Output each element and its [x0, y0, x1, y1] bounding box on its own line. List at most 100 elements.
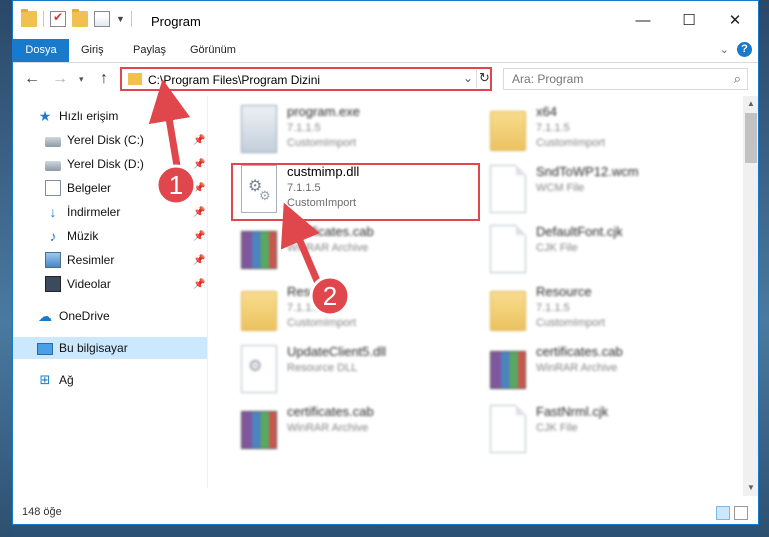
sidebar-item-label: Bu bilgisayar: [59, 341, 128, 355]
folder-icon: [241, 291, 277, 331]
file-tile[interactable]: SndToWP12.wcm WCM File: [482, 161, 720, 217]
pin-icon[interactable]: 📌: [193, 231, 205, 242]
documents-icon: [45, 180, 61, 196]
sidebar-item-this-pc[interactable]: Bu bilgisayar: [13, 337, 207, 359]
file-description: CustomImport: [287, 317, 357, 329]
file-name: Resource: [536, 284, 592, 299]
pane-divider[interactable]: [207, 96, 208, 488]
folder-tile[interactable]: Resource 7.1.1.5 CustomImport: [233, 281, 471, 337]
sidebar-item-disk-d[interactable]: Yerel Disk (D:) 📌: [45, 153, 207, 175]
expand-ribbon-icon[interactable]: ⌄: [720, 43, 729, 56]
folder-icon[interactable]: [21, 9, 37, 27]
maximize-button[interactable]: ☐: [666, 1, 712, 39]
help-icon[interactable]: ?: [737, 42, 752, 57]
sidebar-item-label: İndirmeler: [67, 205, 121, 219]
tab-home[interactable]: Giriş: [69, 39, 116, 62]
address-bar[interactable]: C:\Program Files\Program Dizini ⌄ ↻: [120, 67, 492, 91]
sidebar-item-network[interactable]: ⊞ Ağ: [37, 369, 207, 391]
details-view-icon[interactable]: [716, 506, 730, 520]
folder-icon: [490, 291, 526, 331]
file-tile[interactable]: certificates.cab WinRAR Archive: [482, 341, 720, 397]
pin-icon[interactable]: 📌: [193, 207, 205, 218]
back-button[interactable]: ←: [21, 68, 43, 90]
sidebar-item-disk-c[interactable]: Yerel Disk (C:) 📌: [45, 129, 207, 151]
network-icon: ⊞: [39, 372, 51, 387]
close-button[interactable]: ✕: [712, 1, 758, 39]
customize-toolbar-dropdown-icon[interactable]: ▼: [116, 14, 125, 24]
file-version: 7.1.1.5: [287, 122, 321, 134]
address-dropdown-icon[interactable]: ⌄: [463, 71, 473, 85]
pin-icon[interactable]: 📌: [193, 159, 205, 170]
file-name: certificates.cab: [287, 224, 374, 239]
disk-icon: [45, 161, 61, 171]
archive-icon: [241, 231, 277, 269]
pin-icon[interactable]: 📌: [193, 255, 205, 266]
file-icon: [490, 165, 526, 213]
scroll-up-icon[interactable]: ▲: [743, 96, 758, 112]
sidebar-item-label: Ağ: [59, 373, 74, 387]
address-row: ← → ▾ ↑ C:\Program Files\Program Dizini …: [13, 64, 758, 94]
computer-icon: [37, 343, 53, 355]
file-tile[interactable]: certificates.cab WinRAR Archive: [233, 401, 471, 457]
file-tile[interactable]: DefaultFont.cjk CJK File: [482, 221, 720, 277]
desktop-background-left: [0, 0, 12, 537]
toolbar-separator: [43, 11, 44, 27]
window-title: Program: [151, 14, 201, 29]
sidebar-item-music[interactable]: ♪ Müzik 📌: [45, 225, 207, 247]
tab-share[interactable]: Paylaş: [121, 39, 178, 62]
file-tile[interactable]: ⚙ UpdateClient5.dll Resource DLL: [233, 341, 471, 397]
title-bar: ▼ Program — ☐ ✕: [13, 1, 758, 39]
quick-access-toolbar: ▼: [21, 9, 132, 27]
address-path[interactable]: C:\Program Files\Program Dizini: [148, 73, 320, 87]
pin-icon[interactable]: 📌: [193, 279, 205, 290]
folder-tile[interactable]: x64 7.1.1.5 CustomImport: [482, 101, 720, 157]
folder-icon: [490, 111, 526, 151]
file-name: FastNrml.cjk: [536, 404, 609, 419]
file-name: x64: [536, 104, 557, 119]
ribbon-tabs: Dosya Giriş Paylaş Görünüm ⌄ ?: [13, 39, 758, 63]
sidebar-item-onedrive[interactable]: ☁ OneDrive: [37, 305, 207, 327]
sidebar-item-documents[interactable]: Belgeler 📌: [45, 177, 207, 199]
properties-check-icon[interactable]: [50, 10, 66, 27]
sidebar-item-pictures[interactable]: Resimler 📌: [45, 249, 207, 271]
new-folder-icon[interactable]: [72, 9, 88, 27]
status-bar: 148 öğe: [13, 501, 758, 524]
large-icons-view-icon[interactable]: [734, 506, 748, 520]
file-tile[interactable]: certificates.cab WinRAR Archive: [233, 221, 471, 277]
file-name: UpdateClient5.dll: [287, 344, 387, 359]
tab-file[interactable]: Dosya: [13, 39, 69, 62]
sidebar-item-label: Hızlı erişim: [59, 109, 119, 123]
search-box[interactable]: ⌕: [503, 68, 748, 90]
search-input[interactable]: [512, 72, 712, 86]
pin-icon[interactable]: 📌: [193, 183, 205, 194]
tab-view[interactable]: Görünüm: [178, 39, 248, 62]
sidebar-item-label: Yerel Disk (C:): [67, 133, 144, 147]
toolbar-separator: [130, 11, 132, 27]
file-type: WinRAR Archive: [287, 422, 369, 434]
file-description: CustomImport: [536, 317, 606, 329]
file-tile[interactable]: program.exe 7.1.1.5 CustomImport: [233, 101, 471, 157]
file-tile[interactable]: FastNrml.cjk CJK File: [482, 401, 720, 457]
file-description: CustomImport: [287, 137, 357, 149]
file-type: Resource DLL: [287, 362, 358, 374]
properties-icon[interactable]: [94, 11, 110, 27]
scroll-down-icon[interactable]: ▼: [743, 480, 758, 496]
file-list: program.exe 7.1.1.5 CustomImport x64 7.1…: [209, 96, 743, 488]
sidebar-item-downloads[interactable]: ↓ İndirmeler 📌: [45, 201, 207, 223]
vertical-scrollbar[interactable]: ▲ ▼: [743, 96, 758, 496]
folder-tile[interactable]: Resource 7.1.1.5 CustomImport: [482, 281, 720, 337]
sidebar-item-quick-access[interactable]: ★ Hızlı erişim: [37, 105, 207, 127]
sidebar-item-label: Müzik: [67, 229, 99, 243]
file-type: CJK File: [536, 242, 578, 254]
downloads-icon: ↓: [49, 204, 57, 220]
refresh-icon[interactable]: ↻: [476, 70, 492, 88]
up-button[interactable]: ↑: [93, 68, 115, 90]
sidebar-item-videos[interactable]: Videolar 📌: [45, 273, 207, 295]
gear-icon: ⚙: [248, 358, 263, 375]
forward-button[interactable]: →: [49, 68, 71, 90]
scroll-thumb[interactable]: [745, 113, 757, 163]
pin-icon[interactable]: 📌: [193, 135, 205, 146]
archive-icon: [490, 351, 526, 389]
minimize-button[interactable]: —: [620, 1, 666, 39]
recent-locations-dropdown-icon[interactable]: ▾: [79, 68, 84, 90]
